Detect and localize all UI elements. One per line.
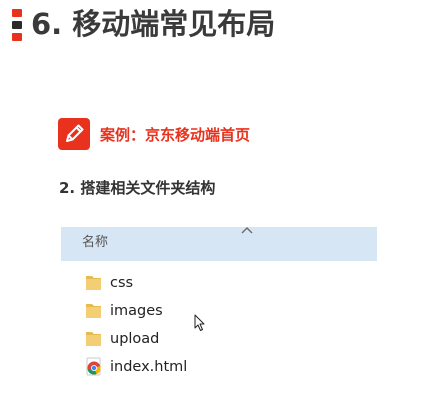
case-label: 案例：京东移动端首页 [100,126,251,144]
file-item-label: css [110,275,134,291]
title-bullet-icon [12,9,22,41]
folder-icon [86,304,101,318]
name-column-label: 名称 [82,235,109,250]
step-heading: 2. 搭建相关文件夹结构 [59,179,216,197]
folder-icon [86,332,101,346]
file-item-label: upload [110,331,160,347]
file-item-upload[interactable]: upload [84,327,264,351]
file-item-label: index.html [110,359,188,375]
mouse-cursor-icon [194,314,205,331]
sort-ascending-icon [241,227,253,234]
title-bullet-bar-bottom [12,33,22,41]
file-item-label: images [110,303,163,319]
page-title: 6. 移动端常见布局 [31,7,276,41]
edit-pencil-icon [58,118,90,150]
chrome-html-icon [86,357,101,376]
title-bullet-bar-middle [12,21,22,29]
file-item-images[interactable]: images [84,299,264,323]
folder-icon [86,276,101,290]
name-column-header[interactable]: 名称 [61,227,377,261]
file-item-css[interactable]: css [84,271,264,295]
file-item-index-html[interactable]: index.html [84,355,264,379]
title-bullet-bar-top [12,9,22,17]
